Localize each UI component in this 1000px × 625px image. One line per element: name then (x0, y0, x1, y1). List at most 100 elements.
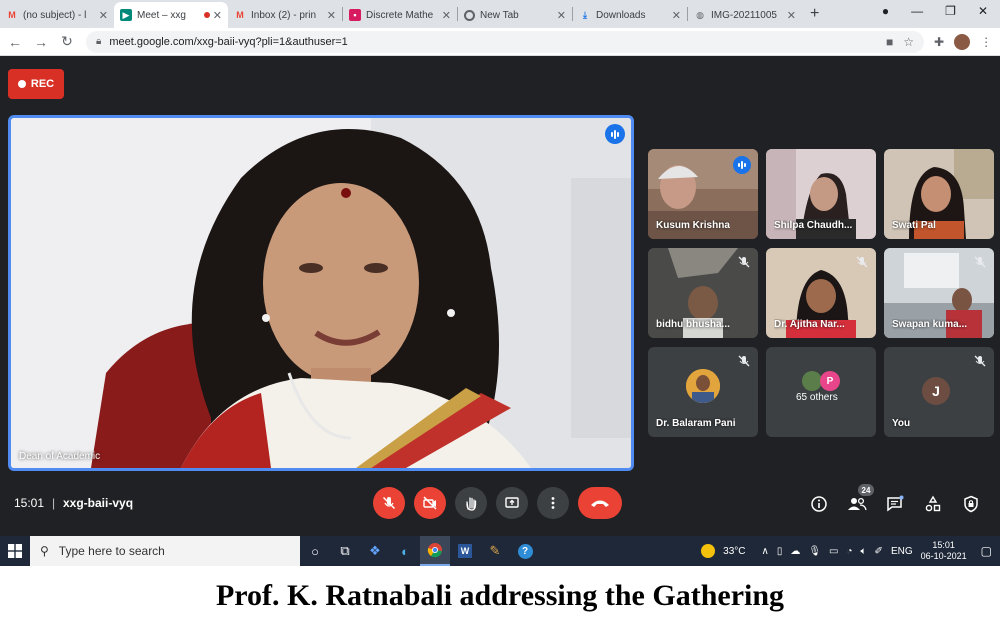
weather-icon[interactable] (701, 544, 716, 558)
back-icon[interactable]: ← (4, 34, 26, 50)
mic-off-icon (738, 355, 750, 367)
avatar (802, 371, 822, 391)
pen-icon[interactable]: ✐ (875, 546, 883, 557)
tab-downloads[interactable]: ⤓ Downloads ✕ (573, 2, 687, 28)
tab-no-subject[interactable]: M (no subject) - l ✕ (0, 2, 114, 28)
tab-discrete-math[interactable]: ▪ Discrete Mathe ✕ (343, 2, 457, 28)
mic-off-icon (974, 256, 986, 268)
host-controls-button[interactable] (960, 493, 982, 515)
paint-icon[interactable]: ✎ (480, 536, 510, 566)
camera-toggle-button[interactable] (414, 487, 446, 519)
taskbar-search-input[interactable]: ⚲ Type here to search (30, 536, 300, 566)
word-icon[interactable]: W (450, 536, 480, 566)
participant-tile[interactable]: Shilpa Chaudh... (766, 149, 876, 239)
onedrive-icon[interactable]: ☁ (790, 546, 800, 557)
weather-temp[interactable]: 33°C (723, 546, 745, 557)
participant-name: Dr. Balaram Pani (656, 418, 736, 429)
address-bar[interactable]: 🔒︎ meet.google.com/xxg-baii-vyq?pli=1&au… (86, 30, 924, 53)
participant-tile[interactable]: bidhu bhusha... (648, 248, 758, 338)
tab-inbox[interactable]: M Inbox (2) - prin ✕ (228, 2, 342, 28)
bookmark-icon: ▪ (349, 9, 361, 21)
edge-icon[interactable]: ◐ (390, 536, 420, 566)
volume-icon[interactable]: 🔈︎ (861, 546, 867, 557)
recording-badge[interactable]: REC (8, 69, 64, 99)
dropbox-icon[interactable]: ❖ (360, 536, 390, 566)
chrome-taskbar-icon[interactable] (420, 536, 450, 566)
people-icon (848, 497, 867, 511)
chevron-up-icon[interactable]: ∧ (762, 546, 769, 557)
chat-button[interactable] (884, 493, 906, 515)
menu-kebab-icon[interactable]: ⋮ (980, 35, 992, 49)
lock-icon[interactable]: 🔒︎ (96, 36, 101, 47)
usb-icon[interactable]: ▯ (777, 546, 783, 557)
chrome-media-icon[interactable]: ● (882, 4, 889, 18)
close-icon[interactable]: ✕ (787, 9, 796, 22)
speaking-indicator-icon (733, 156, 751, 174)
participant-tile[interactable]: Dr. Ajitha Nar... (766, 248, 876, 338)
leave-call-button[interactable] (578, 487, 622, 519)
present-screen-button[interactable] (496, 487, 528, 519)
mic-toggle-button[interactable] (373, 487, 405, 519)
notifications-icon[interactable]: ▢ (981, 544, 992, 558)
close-icon[interactable]: ✕ (213, 9, 222, 22)
meet-icon: ▶ (120, 9, 132, 21)
image-caption: Prof. K. Ratnabali addressing the Gather… (0, 566, 1000, 625)
battery-icon[interactable]: ▭ (829, 546, 838, 557)
tab-new-tab[interactable]: New Tab ✕ (458, 2, 572, 28)
minimize-icon[interactable]: — (911, 4, 923, 18)
close-icon[interactable]: ✕ (442, 9, 451, 22)
chrome-icon (464, 9, 475, 21)
restore-icon[interactable]: ❐ (945, 4, 956, 18)
task-view-icon[interactable]: ⧉ (330, 536, 360, 566)
profile-avatar[interactable] (954, 33, 971, 50)
participant-name: You (892, 418, 911, 429)
system-tray: 33°C ∧ ▯ ☁ 🎙︎ ▭ ◔ 🔈︎ ✐ ENG 15:01 06-10-2… (701, 540, 1000, 562)
hand-icon (466, 497, 477, 511)
close-icon[interactable]: ✕ (557, 9, 566, 22)
tab-title: (no subject) - l (23, 9, 87, 21)
people-button[interactable] (846, 493, 868, 515)
participant-tile[interactable]: Kusum Krishna (648, 149, 758, 239)
activities-button[interactable] (922, 493, 944, 515)
tab-img[interactable]: ◍ IMG-20211005 ✕ (688, 2, 802, 28)
self-tile[interactable]: J You (884, 347, 994, 437)
mic-tray-icon[interactable]: 🎙︎ (808, 546, 821, 557)
help-icon[interactable]: ? (510, 536, 540, 566)
tab-title: Inbox (2) - prin (251, 9, 317, 21)
speaker-video-frame (11, 118, 631, 468)
forward-icon[interactable]: → (30, 34, 52, 50)
language-indicator[interactable]: ENG (891, 546, 913, 557)
participant-tile[interactable]: Swapan kuma... (884, 248, 994, 338)
participant-tile[interactable]: Swati Pal (884, 149, 994, 239)
browser-toolbar: ← → ↻ 🔒︎ meet.google.com/xxg-baii-vyq?pl… (0, 28, 1000, 56)
more-options-button[interactable] (537, 487, 569, 519)
rec-label: REC (30, 78, 55, 90)
hangup-icon (591, 500, 609, 507)
close-icon[interactable]: ✕ (327, 9, 336, 22)
new-tab-button[interactable]: + (810, 5, 819, 23)
tab-title: New Tab (480, 9, 519, 21)
browser-tab-bar: M (no subject) - l ✕ ▶ Meet – xxg ✕ M In… (0, 0, 1000, 28)
wifi-icon[interactable]: ◔ (847, 546, 853, 557)
cortana-icon[interactable]: ○ (300, 536, 330, 566)
extensions-icon[interactable]: ✚ (934, 35, 944, 49)
close-icon[interactable]: ✕ (672, 9, 681, 22)
present-icon (505, 497, 519, 508)
close-icon[interactable]: ✕ (99, 9, 108, 22)
start-button[interactable] (0, 536, 30, 566)
url-text[interactable]: meet.google.com/xxg-baii-vyq?pli=1&authu… (109, 36, 876, 48)
speaking-indicator-icon (605, 124, 625, 144)
close-window-icon[interactable]: ✕ (978, 4, 988, 18)
camera-icon[interactable]: ■ (886, 35, 893, 49)
bookmark-star-icon[interactable]: ☆ (903, 35, 914, 49)
others-tile[interactable]: P 65 others (766, 347, 876, 437)
raise-hand-button[interactable] (455, 487, 487, 519)
meeting-details-button[interactable] (808, 493, 830, 515)
participant-tile[interactable]: Dr. Balaram Pani (648, 347, 758, 437)
reload-icon[interactable]: ↻ (56, 33, 78, 50)
tab-meet[interactable]: ▶ Meet – xxg ✕ (114, 2, 228, 28)
main-speaker-video[interactable]: Dean of Academic (8, 115, 634, 471)
taskbar-clock[interactable]: 15:01 06-10-2021 (921, 540, 967, 562)
windows-taskbar: ⚲ Type here to search ○ ⧉ ❖ ◐ W ✎ ? 33°C… (0, 536, 1000, 566)
chat-icon (887, 495, 904, 512)
